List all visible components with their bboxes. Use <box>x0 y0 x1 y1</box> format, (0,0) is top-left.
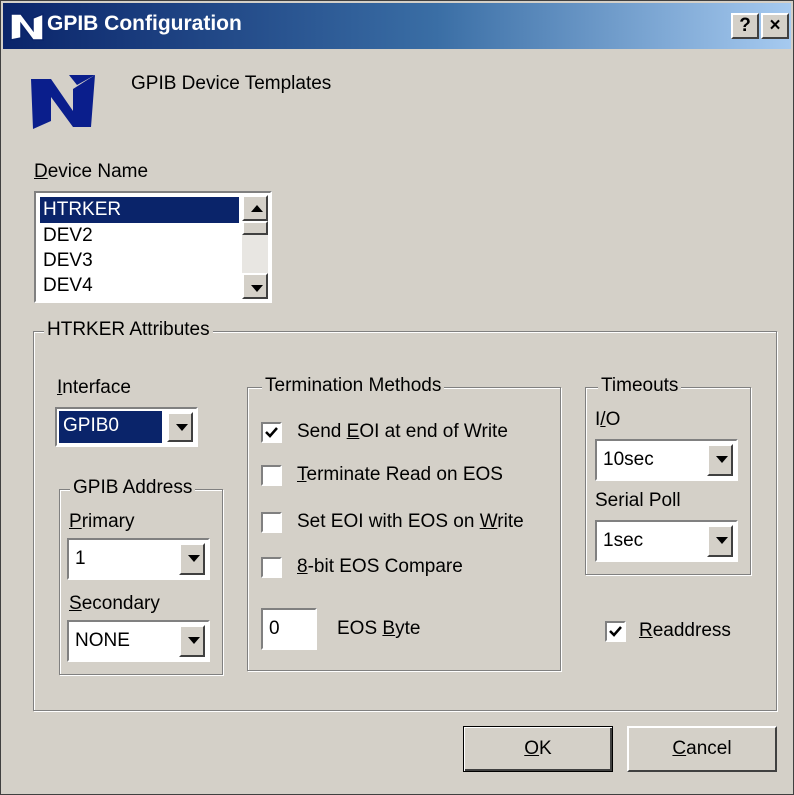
io-timeout-select[interactable]: 10sec <box>595 439 738 481</box>
scroll-down-button[interactable] <box>242 273 268 299</box>
window-title: GPIB Configuration <box>47 12 242 35</box>
set-eoi-eos-checkbox[interactable] <box>261 512 282 533</box>
interface-select[interactable]: GPIB0 <box>55 407 198 447</box>
gpib-address-title: GPIB Address <box>70 477 196 499</box>
serial-poll-select[interactable]: 1sec <box>595 520 738 562</box>
chevron-down-icon <box>176 424 188 431</box>
io-timeout-dropdown-button[interactable] <box>707 444 733 476</box>
interface-label: Interface <box>57 377 131 398</box>
chevron-down-icon <box>716 456 728 463</box>
ni-logo-icon <box>31 75 95 129</box>
ok-button[interactable]: OK <box>463 726 613 772</box>
primary-dropdown-button[interactable] <box>179 543 205 575</box>
secondary-value: NONE <box>75 630 130 651</box>
ni-logo-icon <box>10 12 44 41</box>
eos-byte-input[interactable]: 0 <box>261 608 317 650</box>
attributes-group-title: HTRKER Attributes <box>44 319 213 341</box>
up-arrow-icon <box>251 205 263 212</box>
list-item[interactable]: DEV4 <box>40 273 239 299</box>
serial-poll-value: 1sec <box>603 530 644 551</box>
templates-header: GPIB Device Templates <box>131 73 332 94</box>
gpib-configuration-dialog: GPIB Configuration ? × GPIB Device Templ… <box>0 0 794 795</box>
terminate-read-label[interactable]: Terminate Read on EOS <box>297 464 503 486</box>
secondary-label: Secondary <box>69 593 160 614</box>
down-arrow-icon <box>251 285 263 292</box>
io-timeout-label: I/O <box>595 409 621 430</box>
interface-value: GPIB0 <box>63 415 119 436</box>
readdress-label[interactable]: Readdress <box>639 620 731 642</box>
primary-select[interactable]: 1 <box>67 538 210 580</box>
secondary-select[interactable]: NONE <box>67 620 210 662</box>
primary-label: Primary <box>69 511 135 532</box>
help-button[interactable]: ? <box>731 13 759 39</box>
io-timeout-value: 10sec <box>603 449 654 470</box>
chevron-down-icon <box>188 637 200 644</box>
eos-byte-label: EOS Byte <box>337 618 421 639</box>
eos-byte-value: 0 <box>269 618 280 639</box>
device-name-label: Device Name <box>34 161 149 182</box>
list-scrollbar[interactable] <box>242 195 268 299</box>
close-button[interactable]: × <box>761 13 789 39</box>
title-bar[interactable]: GPIB Configuration ? × <box>3 3 791 49</box>
chevron-down-icon <box>188 555 200 562</box>
send-eoi-label[interactable]: Send EOI at end of Write <box>297 421 508 443</box>
list-item[interactable]: DEV3 <box>40 248 239 274</box>
checkmark-icon <box>265 427 278 438</box>
list-item[interactable]: DEV2 <box>40 223 239 249</box>
readdress-checkbox[interactable] <box>605 621 626 642</box>
device-name-list[interactable]: HTRKER DEV2 DEV3 DEV4 <box>34 191 272 303</box>
eight-bit-eos-label[interactable]: 8-bit EOS Compare <box>297 556 463 578</box>
terminate-read-checkbox[interactable] <box>261 465 282 486</box>
list-item[interactable]: HTRKER <box>40 197 239 223</box>
checkmark-icon <box>609 626 622 637</box>
serial-poll-label: Serial Poll <box>595 490 681 511</box>
secondary-dropdown-button[interactable] <box>179 625 205 657</box>
chevron-down-icon <box>716 537 728 544</box>
timeouts-title: Timeouts <box>598 375 682 397</box>
primary-value: 1 <box>75 548 86 569</box>
termination-methods-title: Termination Methods <box>262 375 445 397</box>
scroll-thumb[interactable] <box>242 221 268 235</box>
set-eoi-eos-label[interactable]: Set EOI with EOS on Write <box>297 511 524 533</box>
send-eoi-checkbox[interactable] <box>261 422 282 443</box>
scroll-up-button[interactable] <box>242 195 268 221</box>
eight-bit-eos-checkbox[interactable] <box>261 557 282 578</box>
cancel-button[interactable]: Cancel <box>627 726 777 772</box>
serial-poll-dropdown-button[interactable] <box>707 525 733 557</box>
interface-dropdown-button[interactable] <box>167 412 193 442</box>
